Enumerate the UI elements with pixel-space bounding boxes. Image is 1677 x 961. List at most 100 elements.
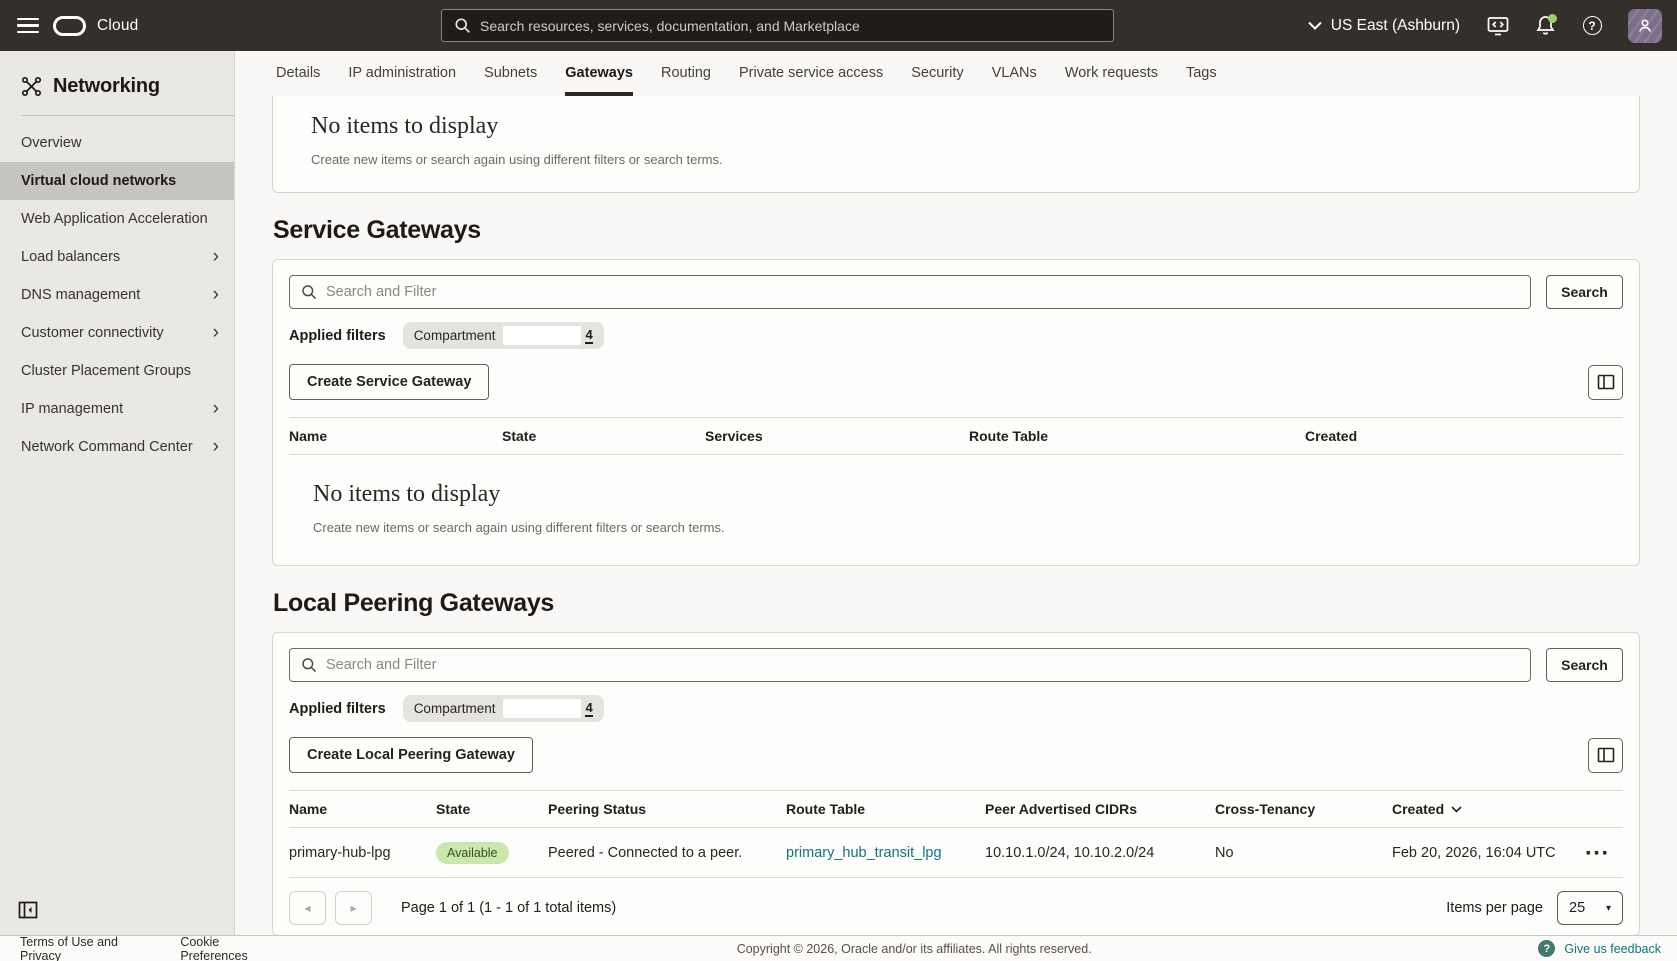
collapse-sidebar-button[interactable] xyxy=(16,898,40,922)
brand-name: Cloud xyxy=(97,17,139,35)
sidebar-item-customer-connectivity[interactable]: Customer connectivity› xyxy=(0,314,234,352)
tab-ip-administration[interactable]: IP administration xyxy=(348,51,456,96)
sg-compartment-filter-chip[interactable]: Compartment 4 xyxy=(403,322,604,349)
sidebar-item-label: Virtual cloud networks xyxy=(21,173,219,189)
chevron-right-icon: › xyxy=(213,247,219,266)
region-label: US East (Ashburn) xyxy=(1331,17,1460,35)
sidebar-item-virtual-cloud-networks[interactable]: Virtual cloud networks xyxy=(0,162,234,200)
create-local-peering-gateway-button[interactable]: Create Local Peering Gateway xyxy=(289,737,533,773)
sg-search-input[interactable] xyxy=(326,284,1519,300)
collapse-panel-icon xyxy=(18,901,38,919)
column-header-cross-tenancy: Cross-Tenancy xyxy=(1215,801,1392,817)
cell-name: primary-hub-lpg xyxy=(289,845,436,861)
sidebar-nav: Overview Virtual cloud networks Web Appl… xyxy=(0,124,234,466)
feedback-help-icon: ? xyxy=(1538,940,1555,957)
column-header-created-sortable[interactable]: Created xyxy=(1392,801,1571,817)
next-page-button[interactable]: ▸ xyxy=(335,891,372,925)
notification-dot xyxy=(1548,14,1557,23)
sidebar-item-web-application-acceleration[interactable]: Web Application Acceleration xyxy=(0,200,234,238)
help-button[interactable]: ? xyxy=(1581,15,1603,37)
sidebar-item-ip-management[interactable]: IP management› xyxy=(0,390,234,428)
tab-routing[interactable]: Routing xyxy=(661,51,711,96)
sidebar-item-network-command-center[interactable]: Network Command Center› xyxy=(0,428,234,466)
filter-chip-label: Compartment xyxy=(414,701,496,716)
cloud-shell-button[interactable] xyxy=(1487,15,1509,37)
table-columns-icon xyxy=(1597,747,1615,763)
previous-table-empty-state: No items to display Create new items or … xyxy=(272,96,1640,193)
cookie-preferences-link[interactable]: Cookie Preferences xyxy=(180,935,290,961)
search-icon xyxy=(301,284,317,300)
topbar: Cloud US East (Ashburn) ? xyxy=(0,0,1677,51)
status-badge: Available xyxy=(436,842,509,864)
column-header-name: Name xyxy=(289,428,502,444)
next-page-icon: ▸ xyxy=(350,901,356,915)
items-per-page-select[interactable]: 25 ▾ xyxy=(1557,891,1623,925)
tab-security[interactable]: Security xyxy=(911,51,963,96)
sidebar-item-label: Cluster Placement Groups xyxy=(21,363,219,379)
filter-chip-redacted-value xyxy=(503,326,581,345)
empty-state-subtitle: Create new items or search again using d… xyxy=(313,520,1623,535)
user-icon xyxy=(1637,18,1653,34)
route-table-link[interactable]: primary_hub_transit_lpg xyxy=(786,845,942,861)
tab-gateways[interactable]: Gateways xyxy=(565,51,633,96)
global-search-input[interactable] xyxy=(480,18,1101,34)
sg-search-button[interactable]: Search xyxy=(1546,275,1623,309)
cell-state: Available xyxy=(436,842,548,864)
notifications-button[interactable] xyxy=(1534,15,1556,37)
pagination-summary: Page 1 of 1 (1 - 1 of 1 total items) xyxy=(401,900,616,916)
lpg-search-input[interactable] xyxy=(326,657,1519,673)
user-menu-button[interactable] xyxy=(1628,9,1662,43)
chevron-right-icon: › xyxy=(213,437,219,456)
ellipsis-icon: ··· xyxy=(1585,842,1610,864)
create-service-gateway-button[interactable]: Create Service Gateway xyxy=(289,364,489,400)
footer: Terms of Use and Privacy Cookie Preferen… xyxy=(0,935,1677,961)
tab-subnets[interactable]: Subnets xyxy=(484,51,537,96)
tab-private-service-access[interactable]: Private service access xyxy=(739,51,883,96)
pagination: ◂ ▸ Page 1 of 1 (1 - 1 of 1 total items)… xyxy=(289,878,1623,935)
global-search[interactable] xyxy=(441,9,1114,42)
row-actions-button[interactable]: ··· xyxy=(1571,842,1623,864)
filter-chip-suffix: 4 xyxy=(585,327,592,344)
empty-state-title: No items to display xyxy=(311,96,1639,140)
filter-chip-label: Compartment xyxy=(414,328,496,343)
tab-tags[interactable]: Tags xyxy=(1186,51,1217,96)
sort-chevron-down-icon xyxy=(1451,806,1462,813)
cloud-shell-icon xyxy=(1487,16,1509,36)
lpg-search-button[interactable]: Search xyxy=(1546,648,1623,682)
sg-table-columns-button[interactable] xyxy=(1588,365,1623,400)
give-us-feedback-link[interactable]: Give us feedback xyxy=(1564,942,1661,956)
column-header-state: State xyxy=(502,428,705,444)
sidebar-item-label: Overview xyxy=(21,135,219,151)
lpg-search-box xyxy=(289,648,1531,682)
menu-button[interactable] xyxy=(17,18,39,34)
lpg-table-header: Name State Peering Status Route Table Pe… xyxy=(289,790,1623,828)
sidebar-title: Networking xyxy=(53,75,160,98)
terms-of-use-link[interactable]: Terms of Use and Privacy xyxy=(20,935,162,961)
oracle-logo-icon xyxy=(53,16,86,36)
oracle-cloud-logo[interactable]: Cloud xyxy=(53,16,139,36)
sidebar-item-dns-management[interactable]: DNS management› xyxy=(0,276,234,314)
column-header-created-label: Created xyxy=(1392,801,1444,817)
previous-page-button[interactable]: ◂ xyxy=(289,891,326,925)
sidebar-item-load-balancers[interactable]: Load balancers› xyxy=(0,238,234,276)
networking-icon xyxy=(21,76,42,97)
chevron-down-icon xyxy=(1308,21,1322,30)
region-selector[interactable]: US East (Ashburn) xyxy=(1308,17,1460,35)
cell-cross-tenancy: No xyxy=(1215,845,1392,861)
lpg-table-columns-button[interactable] xyxy=(1588,738,1623,773)
sidebar-item-label: Network Command Center xyxy=(21,439,213,455)
tab-vlans[interactable]: VLANs xyxy=(992,51,1037,96)
select-caret-icon: ▾ xyxy=(1606,903,1611,914)
sidebar-item-label: Web Application Acceleration xyxy=(21,211,219,227)
column-header-route-table: Route Table xyxy=(969,428,1305,444)
tab-work-requests[interactable]: Work requests xyxy=(1065,51,1158,96)
chevron-right-icon: › xyxy=(213,399,219,418)
lpg-compartment-filter-chip[interactable]: Compartment 4 xyxy=(403,695,604,722)
sidebar-item-cluster-placement-groups[interactable]: Cluster Placement Groups xyxy=(0,352,234,390)
sidebar-item-label: IP management xyxy=(21,401,213,417)
local-peering-gateways-card: Search Applied filters Compartment 4 Cre… xyxy=(272,632,1640,935)
column-header-created: Created xyxy=(1305,428,1623,444)
empty-state-title: No items to display xyxy=(313,481,1623,508)
sidebar-item-overview[interactable]: Overview xyxy=(0,124,234,162)
tab-details[interactable]: Details xyxy=(276,51,320,96)
